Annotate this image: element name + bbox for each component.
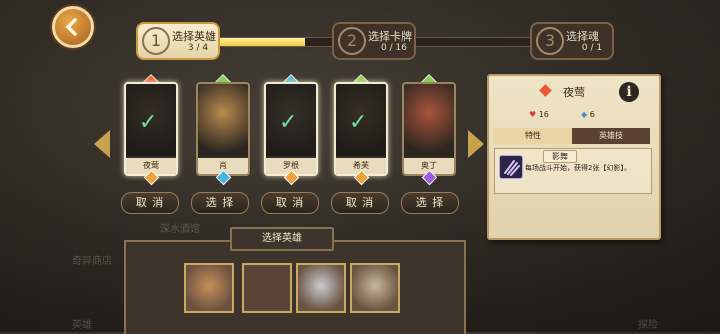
tray-hero-slot[interactable] xyxy=(296,263,346,313)
tray-title: 选择英雄 xyxy=(230,227,334,251)
selected-heroes-tray xyxy=(124,240,466,334)
step-select-cards[interactable]: 2 选择卡牌 0 / 16 xyxy=(332,22,416,60)
step-title: 选择卡牌 xyxy=(368,30,412,43)
hero-card[interactable]: ✓ 夜莺 xyxy=(124,82,178,176)
checkmark-icon: ✓ xyxy=(279,110,298,135)
hero-card[interactable]: ✓ 罗根 xyxy=(264,82,318,176)
tray-hero-slot[interactable] xyxy=(350,263,400,313)
step-number: 3 xyxy=(536,27,564,55)
checkmark-icon: ✓ xyxy=(349,110,368,135)
panel-tabs: 特性 英雄技 xyxy=(494,128,650,144)
step-number: 2 xyxy=(338,27,366,55)
tray-empty-slot[interactable] xyxy=(242,263,292,313)
def-stat: ◆ 6 xyxy=(581,110,595,119)
hero-portrait xyxy=(198,84,248,156)
bg-label-shop: 奇异商店 xyxy=(72,256,112,267)
progress-fill xyxy=(213,38,305,46)
prev-page-arrow[interactable] xyxy=(94,130,110,158)
bg-label-tavern: 深水酒馆 xyxy=(160,224,200,235)
hero-card[interactable]: 肖 xyxy=(196,82,250,176)
step-title: 选择魂 xyxy=(566,30,599,43)
select-button[interactable]: 选 择 xyxy=(191,192,249,214)
tab-hero-skill[interactable]: 英雄技 xyxy=(572,128,650,144)
bg-label-explore: 探险 xyxy=(638,320,658,331)
step-select-soul[interactable]: 3 选择魂 0 / 1 xyxy=(530,22,614,60)
tab-trait[interactable]: 特性 xyxy=(494,128,572,144)
hero-card[interactable]: ✓ 希芙 xyxy=(334,82,388,176)
shield-icon: ◆ xyxy=(581,110,588,119)
step-title: 选择英雄 xyxy=(172,30,216,43)
checkmark-icon: ✓ xyxy=(139,110,158,135)
hero-face-portrait xyxy=(186,265,232,311)
skill-box: 影舞 每场战斗开始，获得2张【幻影】。 xyxy=(494,148,652,194)
next-page-arrow[interactable] xyxy=(468,130,484,158)
hero-face-portrait xyxy=(298,265,344,311)
heart-icon: ♥ xyxy=(529,110,537,119)
hero-card[interactable]: 奥丁 xyxy=(402,82,456,176)
cancel-button[interactable]: 取 消 xyxy=(261,192,319,214)
hero-face-portrait xyxy=(352,265,398,311)
step-count: 3 / 4 xyxy=(187,43,209,53)
step-count: 0 / 16 xyxy=(381,43,407,53)
step-number: 1 xyxy=(142,27,170,55)
tray-hero-slot[interactable] xyxy=(184,263,234,313)
claw-slash-icon xyxy=(499,155,523,179)
hero-portrait xyxy=(404,84,454,156)
skill-name: 影舞 xyxy=(543,150,577,163)
step-select-hero[interactable]: 1 选择英雄 3 / 4 xyxy=(136,22,220,60)
def-value: 6 xyxy=(589,110,595,119)
hp-value: 16 xyxy=(538,110,549,119)
hp-stat: ♥ 16 xyxy=(529,110,549,119)
cancel-button[interactable]: 取 消 xyxy=(121,192,179,214)
hero-info-panel: 夜莺 i ♥ 16 ◆ 6 特性 英雄技 影舞 每场战斗开始，获得2张【幻影】。 xyxy=(487,74,661,240)
back-button[interactable] xyxy=(52,6,94,48)
step-count: 0 / 1 xyxy=(581,43,603,53)
bg-label-hero: 英雄 xyxy=(72,320,92,331)
info-button[interactable]: i xyxy=(619,82,639,102)
cancel-button[interactable]: 取 消 xyxy=(331,192,389,214)
select-button[interactable]: 选 择 xyxy=(401,192,459,214)
chevron-left-icon xyxy=(65,18,77,36)
skill-description: 每场战斗开始，获得2张【幻影】。 xyxy=(525,164,631,172)
